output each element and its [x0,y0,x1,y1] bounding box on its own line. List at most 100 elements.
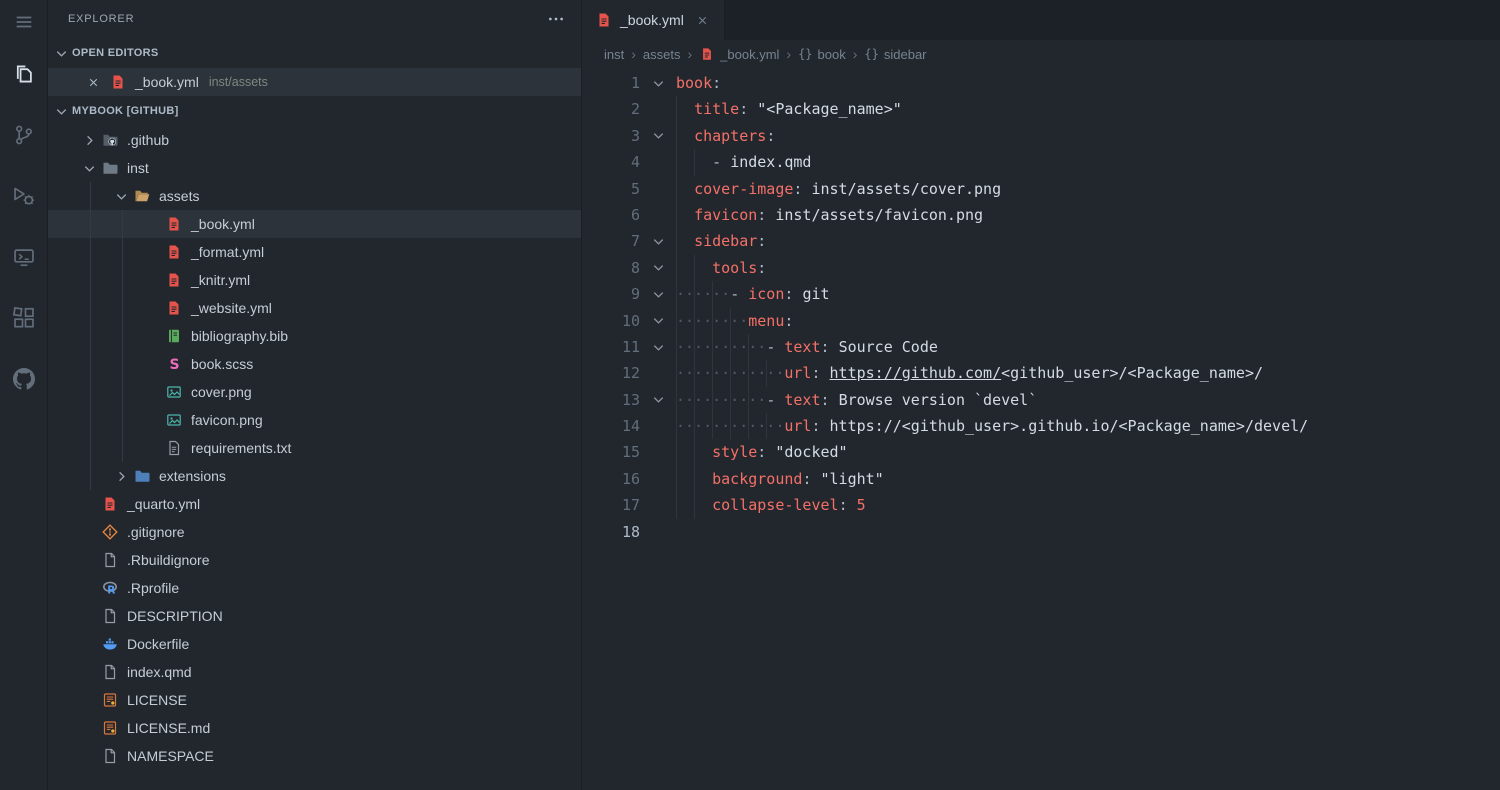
run-debug-icon[interactable] [0,172,48,220]
open-editors-section-header[interactable]: OPEN EDITORS [48,38,581,68]
fold-chevron-icon[interactable] [640,334,676,360]
explorer-icon[interactable] [0,50,48,98]
tree-item-.Rbuildignore[interactable]: .Rbuildignore [48,546,581,574]
tree-item-book.scss[interactable]: Sbook.scss [48,350,581,378]
fold-chevron-icon[interactable] [640,308,676,334]
code-editor[interactable]: 1book:2 title: "<Package_name>"3 chapter… [582,68,1500,790]
more-actions-icon[interactable] [547,10,565,28]
tree-item-assets[interactable]: assets [48,182,581,210]
line-number: 2 [582,96,640,122]
tree-item-label: _format.yml [191,244,264,260]
code-line-12[interactable]: 12············url: https://github.com/<g… [582,360,1500,386]
code-line-2[interactable]: 2 title: "<Package_name>" [582,96,1500,122]
chevron-spacer [78,521,100,543]
code-line-1[interactable]: 1book: [582,70,1500,96]
docker-icon [100,634,120,654]
tree-item-_website.yml[interactable]: _website.yml [48,294,581,322]
tree-item-inst[interactable]: inst [48,154,581,182]
extensions-icon[interactable] [0,294,48,342]
tree-item-DESCRIPTION[interactable]: DESCRIPTION [48,602,581,630]
remote-explorer-icon[interactable] [0,233,48,281]
fold-chevron-icon[interactable] [640,281,676,307]
tree-item-label: inst [127,160,149,176]
tree-item-bibliography.bib[interactable]: bibliography.bib [48,322,581,350]
code-line-3[interactable]: 3 chapters: [582,123,1500,149]
tree-item-_format.yml[interactable]: _format.yml [48,238,581,266]
indent-guide [694,255,695,281]
chevron-spacer [142,437,164,459]
code-line-7[interactable]: 7 sidebar: [582,228,1500,254]
line-number: 8 [582,255,640,281]
fold-spacer [640,202,676,228]
tree-item-index.qmd[interactable]: index.qmd [48,658,581,686]
tree-item-LICENSE[interactable]: LICENSE [48,686,581,714]
svg-text:R: R [107,585,115,596]
breadcrumb-item-assets[interactable]: assets [643,47,681,62]
sidebar-title: EXPLORER [68,13,134,25]
chevron-down-icon [52,102,70,120]
tree-item-requirements.txt[interactable]: requirements.txt [48,434,581,462]
file-tree: .github inst assets _book.yml _format.yml _kn… [48,126,581,770]
code-line-16[interactable]: 16 background: "light" [582,466,1500,492]
chevron-spacer [142,353,164,375]
tree-item-LICENSE.md[interactable]: LICENSE.md [48,714,581,742]
tab-_book.yml[interactable]: _book.yml [582,0,725,40]
breadcrumb-separator: › [786,46,791,62]
project-section-header[interactable]: MYBOOK [GITHUB] [48,96,581,126]
code-line-18[interactable]: 18 [582,519,1500,545]
tree-item-extensions[interactable]: extensions [48,462,581,490]
github-icon[interactable] [0,355,48,403]
tree-item-.Rprofile[interactable]: R.Rprofile [48,574,581,602]
tree-item-_knitr.yml[interactable]: _knitr.yml [48,266,581,294]
code-line-13[interactable]: 13··········- text: Browse version `deve… [582,387,1500,413]
breadcrumb-item-inst[interactable]: inst [604,47,624,62]
indent-guide [748,360,749,386]
yaml-file-icon [699,46,715,62]
open-editor-item[interactable]: _book.ymlinst/assets [48,68,581,96]
fold-chevron-icon[interactable] [640,387,676,413]
tree-item-_book.yml[interactable]: _book.yml [48,210,581,238]
chevron-spacer [78,717,100,739]
fold-spacer [640,439,676,465]
chevron-spacer [78,745,100,767]
fold-chevron-icon[interactable] [640,228,676,254]
tree-item-favicon.png[interactable]: favicon.png [48,406,581,434]
code-line-4[interactable]: 4 - index.qmd [582,149,1500,175]
tree-item-label: index.qmd [127,664,192,680]
breadcrumb-item-sidebar[interactable]: {}sidebar [864,47,926,62]
tree-item-Dockerfile[interactable]: Dockerfile [48,630,581,658]
symbol-object-icon: {} [864,47,878,61]
tree-item-.gitignore[interactable]: .gitignore [48,518,581,546]
code-line-15[interactable]: 15 style: "docked" [582,439,1500,465]
tree-item-label: _book.yml [191,216,255,232]
breadcrumb-item-book[interactable]: {}book [798,47,846,62]
tree-item-.github[interactable]: .github [48,126,581,154]
fold-chevron-icon[interactable] [640,255,676,281]
code-line-17[interactable]: 17 collapse-level: 5 [582,492,1500,518]
menu-icon[interactable] [0,6,48,38]
tree-item-cover.png[interactable]: cover.png [48,378,581,406]
close-icon[interactable] [84,73,102,91]
close-icon[interactable] [694,11,712,29]
tree-item-label: favicon.png [191,412,263,428]
code-line-6[interactable]: 6 favicon: inst/assets/favicon.png [582,202,1500,228]
tree-item-NAMESPACE[interactable]: NAMESPACE [48,742,581,770]
chevron-spacer [142,325,164,347]
fold-chevron-icon[interactable] [640,123,676,149]
indent-guide [694,439,695,465]
line-number: 10 [582,308,640,334]
fold-chevron-icon[interactable] [640,70,676,96]
code-line-8[interactable]: 8 tools: [582,255,1500,281]
code-line-10[interactable]: 10········menu: [582,308,1500,334]
code-line-14[interactable]: 14············url: https://<github_user>… [582,413,1500,439]
indent-guide [712,334,713,360]
source-control-icon[interactable] [0,111,48,159]
fold-spacer [640,96,676,122]
indent-guide [694,334,695,360]
indent-guide [748,334,749,360]
breadcrumb-item-_book.yml[interactable]: _book.yml [699,46,779,62]
tree-item-_quarto.yml[interactable]: _quarto.yml [48,490,581,518]
code-line-11[interactable]: 11··········- text: Source Code [582,334,1500,360]
code-line-9[interactable]: 9······- icon: git [582,281,1500,307]
code-line-5[interactable]: 5 cover-image: inst/assets/cover.png [582,176,1500,202]
